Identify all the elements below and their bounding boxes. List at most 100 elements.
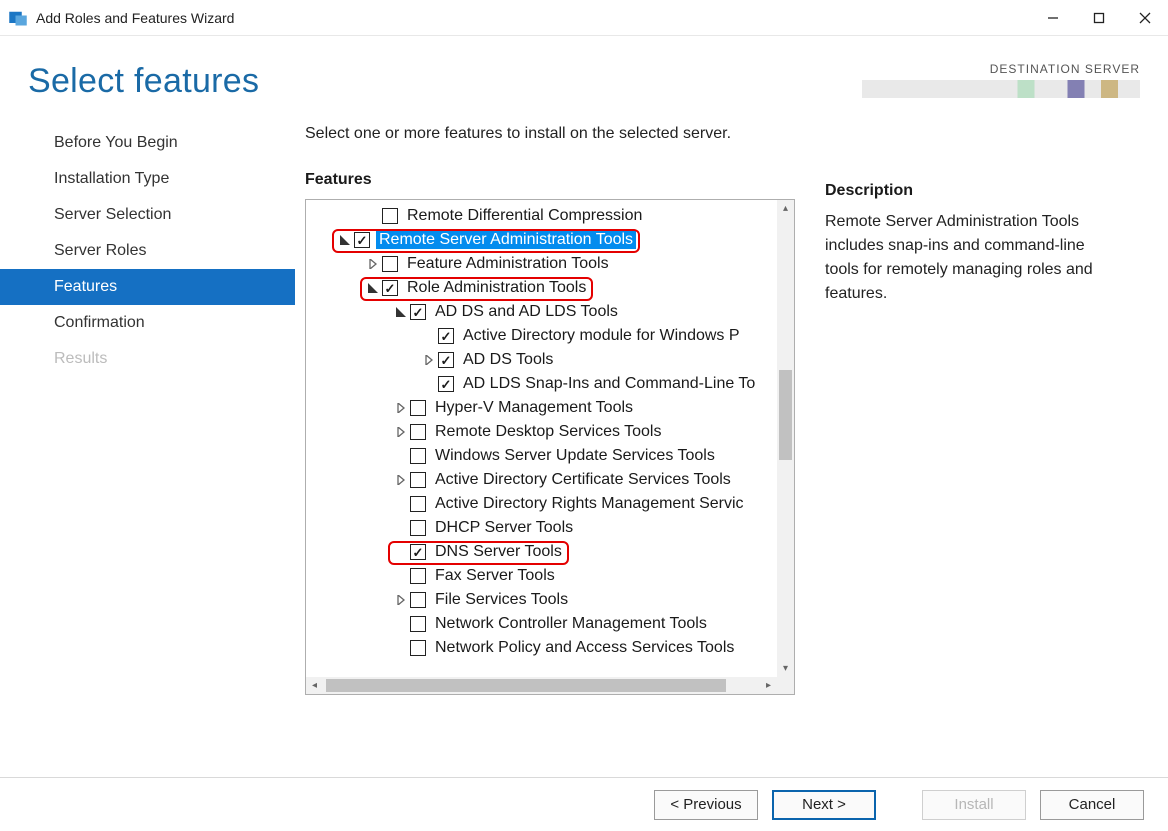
expander-collapsed-icon[interactable] [394,425,408,439]
tree-row[interactable]: DNS Server Tools [306,540,777,564]
checkbox[interactable] [382,256,398,272]
nav-item-server-roles[interactable]: Server Roles [0,233,295,269]
nav-item-features[interactable]: Features [0,269,295,305]
tree-row[interactable]: AD DS and AD LDS Tools [306,300,777,324]
tree-row[interactable]: Windows Server Update Services Tools [306,444,777,468]
nav-item-server-selection[interactable]: Server Selection [0,197,295,233]
features-heading: Features [305,171,795,189]
tree-item-label[interactable]: AD LDS Snap-Ins and Command-Line To [460,375,758,393]
window-title: Add Roles and Features Wizard [36,10,1030,26]
tree-item-label[interactable]: Remote Server Administration Tools [376,231,636,249]
checkbox[interactable] [410,544,426,560]
header: Select features DESTINATION SERVER [0,36,1168,101]
nav-item-results: Results [0,341,295,377]
expander-collapsed-icon[interactable] [422,353,436,367]
tree-item-label[interactable]: DHCP Server Tools [432,519,576,537]
tree-item-label[interactable]: Active Directory Rights Management Servi… [432,495,747,513]
checkbox[interactable] [410,400,426,416]
expander-collapsed-icon[interactable] [394,473,408,487]
tree-row[interactable]: Active Directory module for Windows P [306,324,777,348]
tree-row[interactable]: Remote Server Administration Tools [306,228,777,252]
description-heading: Description [825,182,1105,200]
checkbox[interactable] [410,304,426,320]
tree-item-label[interactable]: Hyper-V Management Tools [432,399,636,417]
scroll-right-icon[interactable]: ▸ [760,677,777,694]
tree-item-label[interactable]: Remote Desktop Services Tools [432,423,664,441]
tree-row[interactable]: Network Controller Management Tools [306,612,777,636]
next-button[interactable]: Next > [772,790,876,820]
expander-expanded-icon[interactable] [394,305,408,319]
checkbox[interactable] [382,280,398,296]
destination-server-label: DESTINATION SERVER [860,62,1140,76]
checkbox[interactable] [410,424,426,440]
features-tree: Remote Differential Compression Remote Se… [305,199,795,695]
scroll-up-icon[interactable]: ▴ [777,200,794,217]
nav-item-installation-type[interactable]: Installation Type [0,161,295,197]
vertical-scroll-thumb[interactable] [779,370,792,460]
horizontal-scroll-thumb[interactable] [326,679,726,692]
tree-row[interactable]: Hyper-V Management Tools [306,396,777,420]
maximize-button[interactable] [1076,0,1122,36]
tree-item-label[interactable]: AD DS Tools [460,351,556,369]
tree-row[interactable]: Active Directory Certificate Services To… [306,468,777,492]
close-button[interactable] [1122,0,1168,36]
tree-item-label[interactable]: Feature Administration Tools [404,255,612,273]
checkbox[interactable] [438,352,454,368]
tree-row[interactable]: Network Policy and Access Services Tools [306,636,777,660]
checkbox[interactable] [354,232,370,248]
destination-server-block: DESTINATION SERVER [860,62,1140,101]
previous-button[interactable]: < Previous [654,790,758,820]
expander-expanded-icon[interactable] [366,281,380,295]
tree-item-label[interactable]: Fax Server Tools [432,567,558,585]
wizard-footer: < Previous Next > Install Cancel [0,777,1168,831]
checkbox[interactable] [410,592,426,608]
checkbox[interactable] [410,472,426,488]
horizontal-scrollbar[interactable]: ◂ ▸ [306,677,794,694]
tree-row[interactable]: AD DS Tools [306,348,777,372]
expander-collapsed-icon[interactable] [366,257,380,271]
tree-item-label[interactable]: Network Controller Management Tools [432,615,710,633]
tree-row[interactable]: Remote Desktop Services Tools [306,420,777,444]
checkbox[interactable] [382,208,398,224]
tree-item-label[interactable]: Network Policy and Access Services Tools [432,639,737,657]
destination-server-name-redacted [862,80,1140,98]
wizard-nav: Before You BeginInstallation TypeServer … [0,101,295,736]
checkbox[interactable] [410,568,426,584]
checkbox[interactable] [410,640,426,656]
minimize-button[interactable] [1030,0,1076,36]
tree-item-label[interactable]: Role Administration Tools [404,279,589,297]
tree-item-label[interactable]: Remote Differential Compression [404,207,645,225]
checkbox[interactable] [410,616,426,632]
tree-row[interactable]: Active Directory Rights Management Servi… [306,492,777,516]
checkbox[interactable] [410,520,426,536]
tree-item-label[interactable]: Active Directory module for Windows P [460,327,743,345]
scroll-down-icon[interactable]: ▾ [777,660,794,677]
tree-item-label[interactable]: DNS Server Tools [432,543,565,561]
tree-item-label[interactable]: Windows Server Update Services Tools [432,447,718,465]
tree-item-label[interactable]: Active Directory Certificate Services To… [432,471,734,489]
checkbox[interactable] [438,376,454,392]
tree-row[interactable]: DHCP Server Tools [306,516,777,540]
vertical-scrollbar[interactable]: ▴ ▾ [777,200,794,677]
tree-row[interactable]: Feature Administration Tools [306,252,777,276]
tree-row[interactable]: Remote Differential Compression [306,204,777,228]
expander-collapsed-icon[interactable] [394,401,408,415]
expander-collapsed-icon[interactable] [394,593,408,607]
tree-row[interactable]: Role Administration Tools [306,276,777,300]
tree-row[interactable]: Fax Server Tools [306,564,777,588]
install-button[interactable]: Install [922,790,1026,820]
tree-item-label[interactable]: File Services Tools [432,591,571,609]
scroll-left-icon[interactable]: ◂ [306,677,323,694]
checkbox[interactable] [410,448,426,464]
expander-expanded-icon[interactable] [338,233,352,247]
tree-row[interactable]: File Services Tools [306,588,777,612]
tree-item-label[interactable]: AD DS and AD LDS Tools [432,303,621,321]
checkbox[interactable] [410,496,426,512]
cancel-button[interactable]: Cancel [1040,790,1144,820]
tree-row[interactable]: AD LDS Snap-Ins and Command-Line To [306,372,777,396]
checkbox[interactable] [438,328,454,344]
instruction-text: Select one or more features to install o… [305,125,795,143]
nav-item-confirmation[interactable]: Confirmation [0,305,295,341]
app-icon [8,8,28,28]
nav-item-before-you-begin[interactable]: Before You Begin [0,125,295,161]
